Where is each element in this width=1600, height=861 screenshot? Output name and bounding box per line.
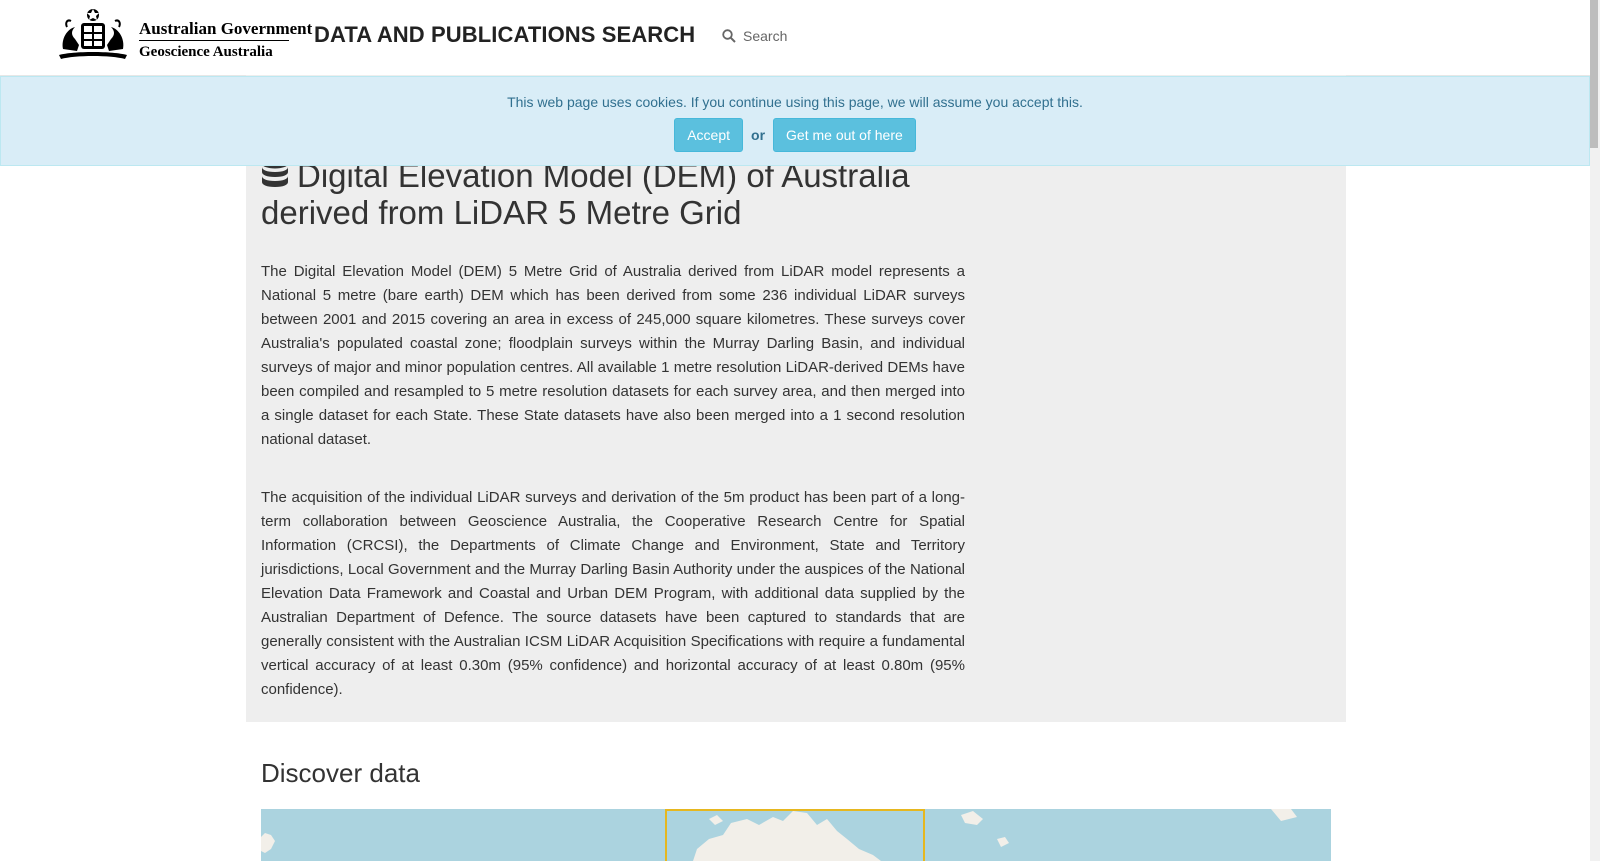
accept-cookies-button[interactable]: Accept: [674, 118, 744, 152]
logo-government-text: Australian Government: [139, 19, 313, 38]
record-description-paragraph-1: The Digital Elevation Model (DEM) 5 Metr…: [261, 263, 965, 448]
coat-of-arms-icon: [59, 9, 127, 59]
logo-agency-text: Geoscience Australia: [139, 44, 273, 60]
extent-map[interactable]: [261, 809, 1331, 861]
opt-out-button[interactable]: Get me out of here: [773, 118, 916, 152]
site-title[interactable]: DATA AND PUBLICATIONS SEARCH: [314, 22, 695, 48]
page-scrollbar[interactable]: [1590, 0, 1600, 861]
discover-data-heading: Discover data: [261, 758, 420, 788]
australian-government-logo[interactable]: Australian Government Geoscience Austral…: [53, 5, 312, 63]
search-label: Search: [743, 28, 788, 44]
record-title: Digital Elevation Model (DEM) of Austral…: [261, 157, 910, 231]
cookie-banner: This web page uses cookies. If you conti…: [0, 76, 1590, 166]
cookie-or-text: or: [751, 127, 766, 143]
cookie-message: This web page uses cookies. If you conti…: [507, 94, 1083, 110]
cookie-actions: Accept or Get me out of here: [1, 118, 1589, 152]
search-link[interactable]: Search: [722, 28, 787, 44]
logo-divider: [139, 40, 289, 41]
record-description-paragraph-2: The acquisition of the individual LiDAR …: [261, 489, 965, 698]
scrollbar-thumb[interactable]: [1590, 0, 1598, 148]
page-title: Digital Elevation Model (DEM) of Austral…: [261, 158, 961, 230]
search-icon: [722, 29, 736, 43]
dataset-extent-box: [665, 809, 925, 861]
site-header: Australian Government Geoscience Austral…: [0, 0, 1590, 76]
